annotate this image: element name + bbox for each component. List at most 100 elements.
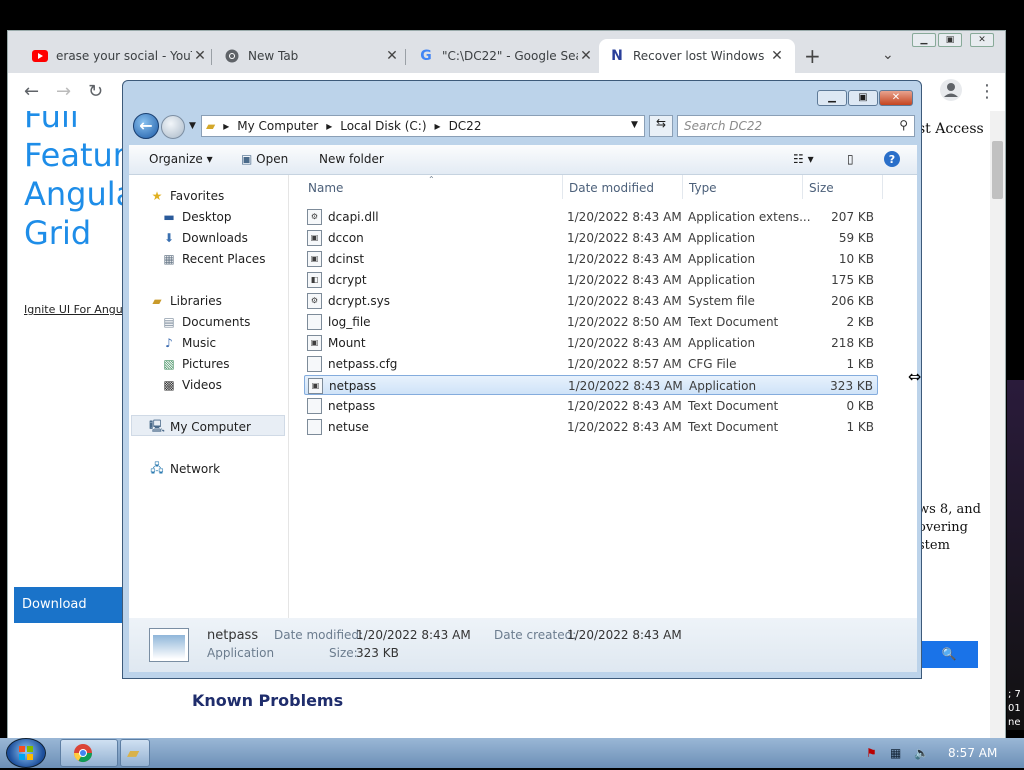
- column-divider[interactable]: [682, 175, 683, 199]
- app-file-icon: [149, 628, 189, 662]
- preview-pane-icon[interactable]: ▯: [847, 152, 854, 166]
- nav-downloads[interactable]: ⬇ Downloads: [161, 229, 248, 247]
- network-tray-icon[interactable]: ▦: [890, 746, 901, 760]
- file-row[interactable]: ▣ Mount 1/20/2022 8:43 AM Application 218 KB: [304, 333, 878, 353]
- column-divider[interactable]: [562, 175, 563, 199]
- breadcrumb-my-computer[interactable]: My Computer: [237, 119, 318, 133]
- tab-new-tab[interactable]: New Tab ✕: [214, 39, 410, 73]
- nav-music[interactable]: ♪ Music: [161, 334, 216, 352]
- tab-youtube[interactable]: erase your social - YouTube ✕: [22, 39, 218, 73]
- scrollbar-thumb[interactable]: [992, 141, 1003, 199]
- reload-icon[interactable]: ↻: [88, 81, 103, 102]
- search-button[interactable]: 🔍: [920, 641, 978, 668]
- nav-videos[interactable]: ▩ Videos: [161, 376, 222, 394]
- organize-button[interactable]: Organize ▾: [149, 152, 213, 166]
- view-options-icon[interactable]: ☷ ▾: [793, 152, 814, 166]
- folder-icon: ▰: [127, 743, 140, 762]
- taskbar-chrome-button[interactable]: [60, 739, 118, 767]
- column-divider[interactable]: [882, 175, 883, 199]
- new-tab-button[interactable]: +: [804, 44, 821, 68]
- address-dropdown-icon[interactable]: ▼: [631, 120, 638, 130]
- clock[interactable]: 8:57 AM: [948, 746, 997, 760]
- file-dialog: ▁ ▣ ✕ ← ▼ ▰ ▸ My Computer ▸ Local Disk (…: [122, 80, 922, 679]
- back-arrow-icon[interactable]: ←: [133, 113, 159, 139]
- breadcrumb-local-disk[interactable]: Local Disk (C:): [340, 119, 426, 133]
- refresh-icon[interactable]: ⇆: [649, 115, 673, 137]
- volume-icon[interactable]: 🔈: [914, 746, 929, 760]
- nav-favorites[interactable]: ★ Favorites: [149, 187, 225, 205]
- column-header-type[interactable]: Type: [689, 181, 717, 195]
- column-header-size[interactable]: Size: [809, 181, 834, 195]
- forward-arrow-icon[interactable]: →: [56, 81, 71, 102]
- nav-documents[interactable]: ▤ Documents: [161, 313, 250, 331]
- tab-list-button[interactable]: ⌄: [882, 47, 894, 63]
- file-row[interactable]: netpass.cfg 1/20/2022 8:57 AM CFG File 1 KB: [304, 354, 878, 374]
- taskbar: ▰ ⚑ ▦ 🔈 8:57 AM: [0, 738, 1024, 768]
- close-tab-icon[interactable]: ✕: [384, 48, 400, 64]
- close-button[interactable]: ✕: [970, 33, 994, 47]
- tab-title: "C:\DC22" - Google Search: [442, 49, 578, 63]
- address-row: ← ▼ ▰ ▸ My Computer ▸ Local Disk (C:) ▸ …: [131, 111, 915, 139]
- app-file-icon: ▣: [307, 251, 322, 267]
- ignite-link[interactable]: Ignite UI For Angular: [24, 303, 137, 316]
- search-icon: 🔍: [941, 647, 957, 661]
- close-button[interactable]: ✕: [879, 90, 913, 106]
- close-tab-icon[interactable]: ✕: [192, 48, 208, 64]
- page-text-fragment: ; 7 01 ne: [1008, 689, 1021, 728]
- file-row[interactable]: netuse 1/20/2022 8:43 AM Text Document 1 KB: [304, 417, 878, 437]
- file-row[interactable]: netpass 1/20/2022 8:43 AM Text Document 0 K…: [304, 396, 878, 416]
- file-row[interactable]: ⚙ dcrypt.sys 1/20/2022 8:43 AM System file 2…: [304, 291, 878, 311]
- pictures-icon: ▧: [163, 357, 175, 371]
- libraries-icon: ▰: [152, 294, 162, 308]
- file-row[interactable]: ▣ dccon 1/20/2022 8:43 AM Application 59 KB: [304, 228, 878, 248]
- file-row[interactable]: ⚙ dcapi.dll 1/20/2022 8:43 AM Application e…: [304, 207, 878, 227]
- file-row[interactable]: ◧ dcrypt 1/20/2022 8:43 AM Application 175 K…: [304, 270, 878, 290]
- maximize-button[interactable]: ▣: [848, 90, 878, 106]
- desktop-icon: ▬: [163, 210, 175, 224]
- youtube-icon: [32, 48, 48, 64]
- action-center-icon[interactable]: ⚑: [866, 746, 877, 760]
- nav-recent-places[interactable]: ▦ Recent Places: [161, 250, 265, 268]
- tab-recover-lost-windows[interactable]: N Recover lost Windows 2000 ✕: [599, 39, 795, 73]
- maximize-button[interactable]: ▣: [938, 33, 962, 47]
- taskbar-explorer-button[interactable]: ▰: [120, 739, 150, 767]
- tab-google-search[interactable]: G "C:\DC22" - Google Search ✕: [408, 39, 604, 73]
- minimize-button[interactable]: ▁: [817, 90, 847, 106]
- minimize-button[interactable]: ▁: [912, 33, 936, 47]
- address-bar[interactable]: ▰ ▸ My Computer ▸ Local Disk (C:) ▸ DC22: [201, 115, 645, 137]
- new-folder-button[interactable]: New folder: [319, 152, 384, 166]
- download-button[interactable]: Download: [14, 587, 134, 623]
- nav-libraries[interactable]: ▰ Libraries: [149, 292, 221, 310]
- breadcrumb-dc22[interactable]: DC22: [449, 119, 482, 133]
- search-input[interactable]: Search DC22 ⚲: [677, 115, 915, 137]
- explorer-body: ★ Favorites ▬ Desktop ⬇ Downloads ▦ Recent P…: [129, 175, 917, 618]
- nav-pictures[interactable]: ▧ Pictures: [161, 355, 229, 373]
- file-row-selected[interactable]: ▣ netpass 1/20/2022 8:43 AM Application 323 …: [304, 375, 878, 395]
- start-button[interactable]: [6, 738, 46, 768]
- page-scrollbar[interactable]: [990, 111, 1005, 739]
- downloads-icon: ⬇: [163, 231, 175, 245]
- search-icon: ⚲: [899, 118, 908, 132]
- column-header-date[interactable]: Date modified: [569, 181, 654, 195]
- column-divider[interactable]: [802, 175, 803, 199]
- close-tab-icon[interactable]: ✕: [578, 48, 594, 64]
- page-text-fragment: st Access: [918, 121, 984, 137]
- command-bar: Organize ▾ ▣ Open New folder ☷ ▾ ▯ ?: [129, 145, 917, 175]
- details-pane: netpass Application Date modified: 1/20/…: [129, 618, 917, 672]
- system-file-icon: ⚙: [307, 293, 322, 309]
- file-row[interactable]: log_file 1/20/2022 8:50 AM Text Document 2 …: [304, 312, 878, 332]
- close-tab-icon[interactable]: ✕: [769, 48, 785, 64]
- nav-desktop[interactable]: ▬ Desktop: [161, 208, 231, 226]
- back-arrow-icon[interactable]: ←: [24, 81, 39, 102]
- profile-avatar-icon[interactable]: [940, 79, 962, 106]
- column-header-name[interactable]: Name: [308, 181, 343, 195]
- nav-my-computer[interactable]: 🖳 My Computer: [149, 418, 251, 436]
- file-row[interactable]: ▣ dcinst 1/20/2022 8:43 AM Application 10 KB: [304, 249, 878, 269]
- nav-network[interactable]: 🖧 Network: [149, 460, 220, 478]
- open-button[interactable]: ▣ Open: [241, 152, 288, 166]
- text-file-icon: [307, 419, 322, 435]
- help-icon[interactable]: ?: [883, 150, 901, 171]
- forward-arrow-icon[interactable]: [161, 115, 185, 139]
- history-dropdown-icon[interactable]: ▼: [189, 121, 196, 131]
- menu-kebab-icon[interactable]: ⋮: [978, 81, 996, 102]
